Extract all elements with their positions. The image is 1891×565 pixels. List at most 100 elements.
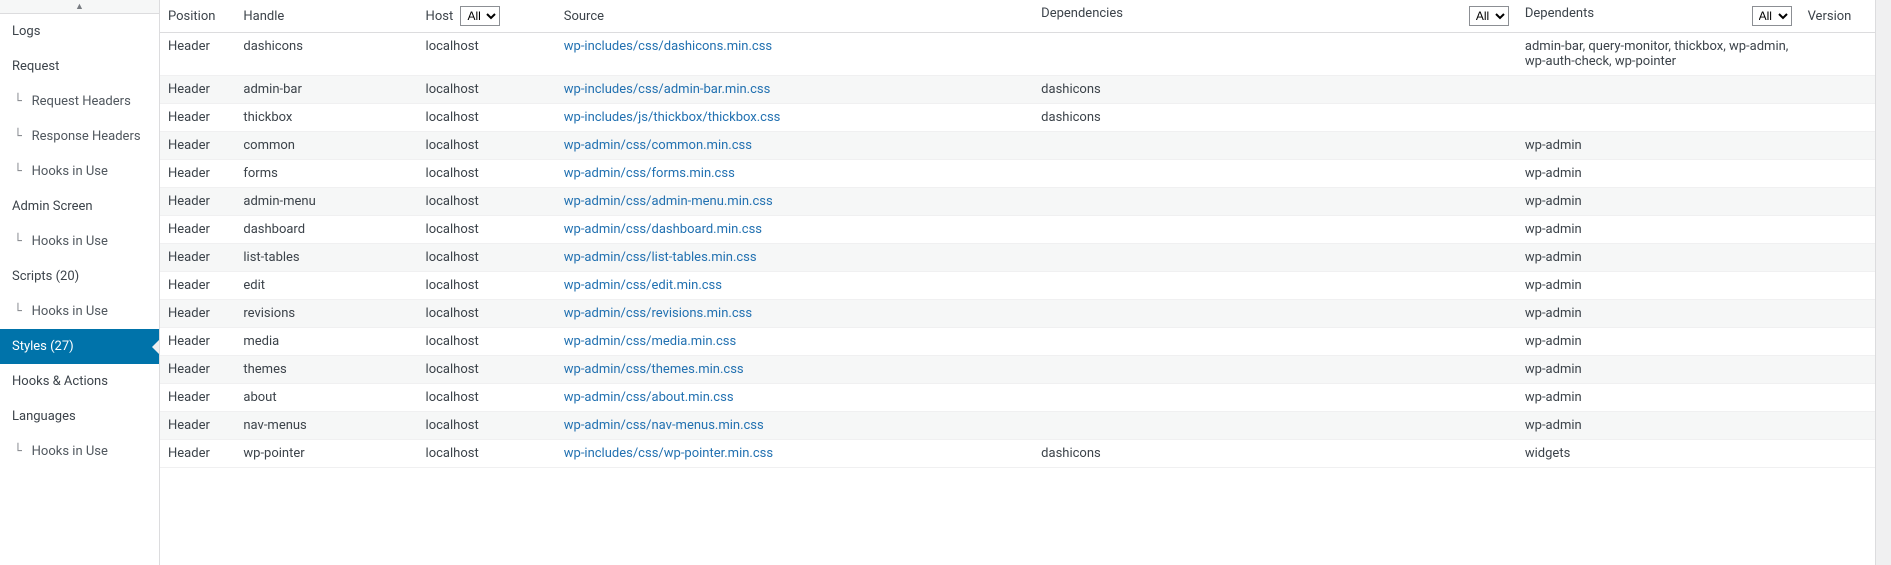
sidebar-item-hooks-in-use[interactable]: Hooks in Use: [0, 294, 159, 329]
table-row: Headercommonlocalhostwp-admin/css/common…: [160, 132, 1875, 160]
cell-source[interactable]: wp-admin/css/media.min.css: [556, 328, 1033, 356]
cell-position: Header: [160, 440, 235, 468]
sidebar-item-logs[interactable]: Logs: [0, 14, 159, 49]
cell-position: Header: [160, 272, 235, 300]
cell-version: [1800, 272, 1875, 300]
sidebar-scroll-up[interactable]: ▲: [0, 0, 159, 14]
cell-source[interactable]: wp-admin/css/nav-menus.min.css: [556, 412, 1033, 440]
sidebar-item-hooks-in-use[interactable]: Hooks in Use: [0, 434, 159, 469]
cell-source[interactable]: wp-admin/css/edit.min.css: [556, 272, 1033, 300]
cell-version: [1800, 328, 1875, 356]
col-header-dependents[interactable]: Dependents All: [1517, 0, 1800, 33]
cell-host: localhost: [418, 244, 556, 272]
cell-source[interactable]: wp-admin/css/dashboard.min.css: [556, 216, 1033, 244]
cell-dependents: wp-admin: [1517, 300, 1800, 328]
cell-dependencies: [1033, 356, 1517, 384]
cell-dependents: wp-admin: [1517, 384, 1800, 412]
cell-handle: wp-pointer: [235, 440, 417, 468]
cell-handle: themes: [235, 356, 417, 384]
sidebar-item-scripts-20-[interactable]: Scripts (20): [0, 259, 159, 294]
cell-dependents: wp-admin: [1517, 216, 1800, 244]
cell-position: Header: [160, 132, 235, 160]
col-header-source[interactable]: Source: [556, 0, 1033, 33]
cell-source[interactable]: wp-admin/css/revisions.min.css: [556, 300, 1033, 328]
sidebar-item-styles-27-[interactable]: Styles (27): [0, 329, 159, 364]
cell-version: [1800, 356, 1875, 384]
col-header-dependencies[interactable]: Dependencies All: [1033, 0, 1517, 33]
col-header-host[interactable]: Host All: [418, 0, 556, 33]
cell-source[interactable]: wp-includes/js/thickbox/thickbox.css: [556, 104, 1033, 132]
cell-position: Header: [160, 384, 235, 412]
cell-dependencies: dashicons: [1033, 104, 1517, 132]
cell-version: [1800, 33, 1875, 76]
sidebar-item-admin-screen[interactable]: Admin Screen: [0, 189, 159, 224]
cell-dependents: wp-admin: [1517, 356, 1800, 384]
cell-source[interactable]: wp-admin/css/admin-menu.min.css: [556, 188, 1033, 216]
table-row: Headeradmin-barlocalhostwp-includes/css/…: [160, 76, 1875, 104]
cell-version: [1800, 188, 1875, 216]
cell-position: Header: [160, 300, 235, 328]
sidebar-item-hooks-in-use[interactable]: Hooks in Use: [0, 154, 159, 189]
cell-host: localhost: [418, 160, 556, 188]
cell-source[interactable]: wp-admin/css/list-tables.min.css: [556, 244, 1033, 272]
cell-handle: list-tables: [235, 244, 417, 272]
cell-dependents: [1517, 76, 1800, 104]
cell-host: localhost: [418, 216, 556, 244]
cell-version: [1800, 440, 1875, 468]
cell-host: localhost: [418, 188, 556, 216]
cell-version: [1800, 132, 1875, 160]
cell-position: Header: [160, 160, 235, 188]
cell-version: [1800, 300, 1875, 328]
cell-handle: admin-menu: [235, 188, 417, 216]
cell-dependencies: [1033, 132, 1517, 160]
sidebar-item-response-headers[interactable]: Response Headers: [0, 119, 159, 154]
cell-version: [1800, 76, 1875, 104]
cell-position: Header: [160, 76, 235, 104]
cell-dependents: wp-admin: [1517, 160, 1800, 188]
cell-host: localhost: [418, 384, 556, 412]
sidebar: ▲ LogsRequestRequest HeadersResponse Hea…: [0, 0, 160, 565]
cell-source[interactable]: wp-admin/css/themes.min.css: [556, 356, 1033, 384]
cell-dependents: wp-admin: [1517, 188, 1800, 216]
dependencies-filter-select[interactable]: All: [1469, 6, 1509, 26]
main-scrollbar[interactable]: [1875, 0, 1891, 565]
table-row: Headerlist-tableslocalhostwp-admin/css/l…: [160, 244, 1875, 272]
col-header-position[interactable]: Position: [160, 0, 235, 33]
cell-source[interactable]: wp-includes/css/dashicons.min.css: [556, 33, 1033, 76]
styles-table-wrap: Position Handle Host All Source Dependen…: [160, 0, 1875, 565]
cell-position: Header: [160, 216, 235, 244]
cell-source[interactable]: wp-admin/css/common.min.css: [556, 132, 1033, 160]
col-header-handle[interactable]: Handle: [235, 0, 417, 33]
sidebar-item-hooks-actions[interactable]: Hooks & Actions: [0, 364, 159, 399]
host-filter-select[interactable]: All: [460, 6, 500, 26]
cell-dependencies: [1033, 160, 1517, 188]
cell-version: [1800, 384, 1875, 412]
cell-handle: edit: [235, 272, 417, 300]
cell-handle: media: [235, 328, 417, 356]
cell-host: localhost: [418, 132, 556, 160]
cell-host: localhost: [418, 328, 556, 356]
cell-dependencies: [1033, 328, 1517, 356]
sidebar-item-request[interactable]: Request: [0, 49, 159, 84]
sidebar-item-request-headers[interactable]: Request Headers: [0, 84, 159, 119]
cell-source[interactable]: wp-includes/css/wp-pointer.min.css: [556, 440, 1033, 468]
dependents-filter-select[interactable]: All: [1752, 6, 1792, 26]
cell-dependents: widgets: [1517, 440, 1800, 468]
sidebar-item-languages[interactable]: Languages: [0, 399, 159, 434]
cell-source[interactable]: wp-admin/css/about.min.css: [556, 384, 1033, 412]
cell-source[interactable]: wp-includes/css/admin-bar.min.css: [556, 76, 1033, 104]
sidebar-item-hooks-in-use[interactable]: Hooks in Use: [0, 224, 159, 259]
table-row: Headerthemeslocalhostwp-admin/css/themes…: [160, 356, 1875, 384]
col-header-version[interactable]: Version: [1800, 0, 1875, 33]
cell-position: Header: [160, 104, 235, 132]
cell-dependents: wp-admin: [1517, 328, 1800, 356]
cell-dependents: wp-admin: [1517, 244, 1800, 272]
cell-handle: dashicons: [235, 33, 417, 76]
cell-position: Header: [160, 412, 235, 440]
cell-source[interactable]: wp-admin/css/forms.min.css: [556, 160, 1033, 188]
cell-host: localhost: [418, 440, 556, 468]
cell-dependents: wp-admin: [1517, 272, 1800, 300]
table-row: Headerdashiconslocalhostwp-includes/css/…: [160, 33, 1875, 76]
cell-host: localhost: [418, 272, 556, 300]
cell-version: [1800, 412, 1875, 440]
